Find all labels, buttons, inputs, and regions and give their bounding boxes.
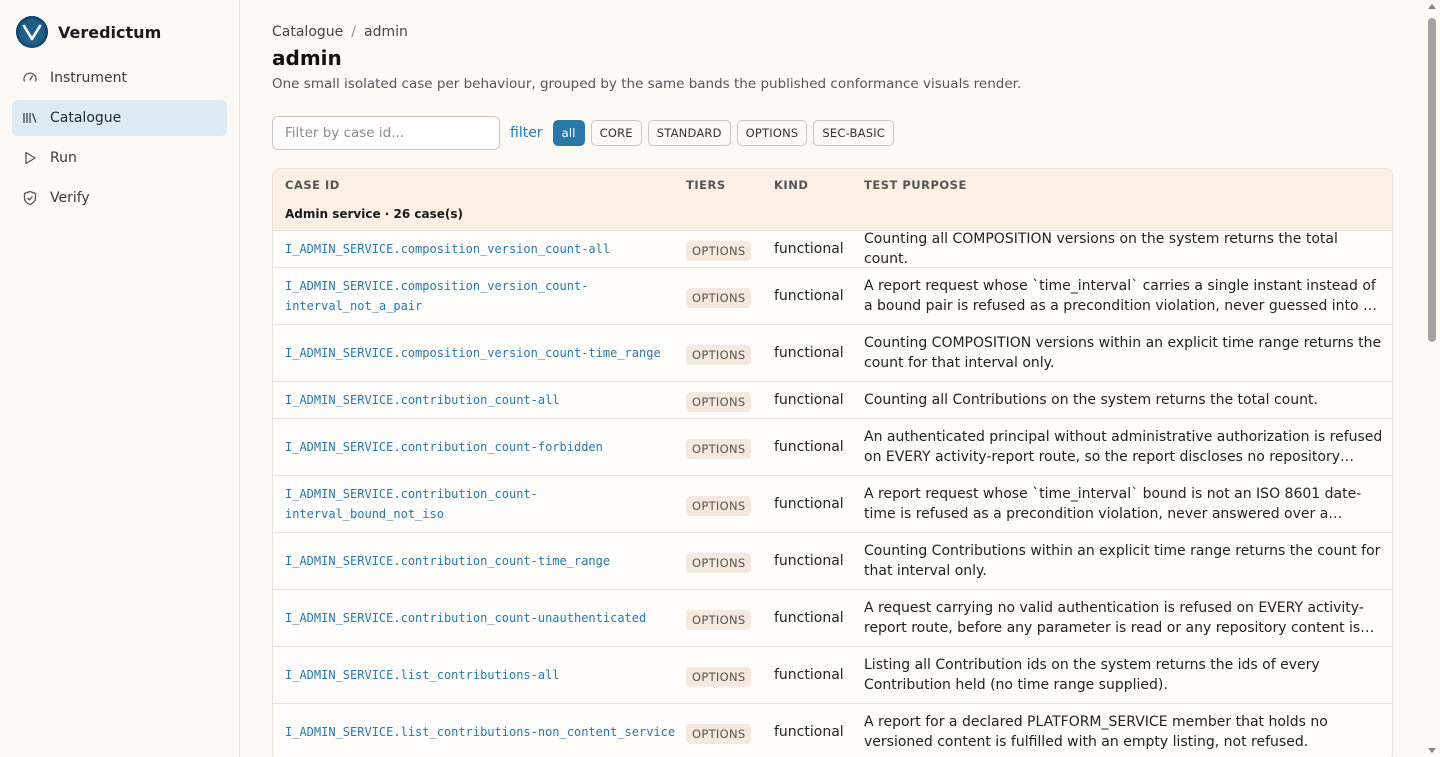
case-id-link[interactable]: I_ADMIN_SERVICE.composition_version_coun…: [285, 343, 680, 363]
table-row[interactable]: I_ADMIN_SERVICE.list_contributions-non_c…: [273, 703, 1392, 757]
nav-label-catalogue: Catalogue: [50, 110, 122, 126]
header-tiers[interactable]: TIERS: [686, 178, 726, 192]
tier-badge: OPTIONS: [686, 438, 752, 459]
table-row[interactable]: I_ADMIN_SERVICE.composition_version_coun…: [273, 324, 1392, 381]
purpose-cell: A report for a declared PLATFORM_SERVICE…: [864, 714, 1328, 750]
purpose-cell: A report request whose `time_interval` b…: [864, 486, 1362, 522]
header-case-id[interactable]: CASE ID: [285, 178, 340, 192]
page-scrollbar[interactable]: [1424, 0, 1440, 757]
breadcrumb-parent[interactable]: Catalogue: [272, 24, 343, 40]
case-id-link[interactable]: I_ADMIN_SERVICE.contribution_count-forbi…: [285, 437, 680, 457]
chip-sec-basic[interactable]: SEC-BASIC: [813, 120, 895, 146]
kind-cell: functional: [774, 439, 844, 455]
page-title: admin: [272, 46, 342, 70]
tier-badge: OPTIONS: [686, 723, 752, 744]
case-id-link[interactable]: I_ADMIN_SERVICE.contribution_count-time_…: [285, 551, 680, 571]
case-id-link[interactable]: I_ADMIN_SERVICE.list_contributions-non_c…: [285, 722, 680, 742]
nav-item-catalogue[interactable]: Catalogue: [12, 100, 227, 136]
table-row[interactable]: I_ADMIN_SERVICE.contribution_count-all O…: [273, 381, 1392, 418]
kind-cell: functional: [774, 496, 844, 512]
scrollbar-thumb[interactable]: [1428, 18, 1436, 342]
scroll-down-arrow-icon[interactable]: [1428, 748, 1436, 753]
case-id-link[interactable]: I_ADMIN_SERVICE.contribution_count-all: [285, 390, 680, 410]
play-icon: [22, 150, 38, 166]
kind-cell: functional: [774, 610, 844, 626]
filter-bar: filter all CORE STANDARD OPTIONS SEC-BAS…: [272, 116, 1394, 150]
gauge-icon: [22, 70, 38, 86]
purpose-cell: Counting Contributions within an explici…: [864, 543, 1381, 579]
tier-badge: OPTIONS: [686, 287, 752, 308]
chip-all[interactable]: all: [552, 120, 585, 146]
kind-cell: functional: [774, 288, 844, 304]
library-icon: [22, 110, 38, 126]
purpose-cell: A report request whose `time_interval` c…: [864, 278, 1376, 314]
chip-standard[interactable]: STANDARD: [647, 120, 731, 146]
filter-label[interactable]: filter: [510, 125, 543, 141]
header-test-purpose[interactable]: TEST PURPOSE: [864, 178, 967, 192]
brand-name: Veredictum: [58, 22, 162, 42]
table-row[interactable]: I_ADMIN_SERVICE.list_contributions-all O…: [273, 646, 1392, 703]
case-table: CASE ID TIERS KIND TEST PURPOSE Admin se…: [272, 168, 1393, 757]
purpose-cell: Listing all Contribution ids on the syst…: [864, 657, 1320, 693]
breadcrumb-separator: /: [351, 24, 356, 40]
nav-item-instrument[interactable]: Instrument: [12, 60, 227, 96]
kind-cell: functional: [774, 724, 844, 740]
table-row[interactable]: I_ADMIN_SERVICE.composition_version_coun…: [273, 267, 1392, 324]
page-subtitle: One small isolated case per behaviour, g…: [272, 76, 1022, 92]
sidebar: Veredictum Instrument Catalogue Run Veri…: [0, 0, 240, 757]
tier-badge: OPTIONS: [686, 666, 752, 687]
tier-badge: OPTIONS: [686, 240, 752, 261]
case-id-link[interactable]: I_ADMIN_SERVICE.composition_version_coun…: [285, 239, 680, 259]
purpose-cell: An authenticated principal without admin…: [864, 429, 1383, 465]
tier-badge: OPTIONS: [686, 495, 752, 516]
tier-badge: OPTIONS: [686, 391, 752, 412]
case-id-link[interactable]: I_ADMIN_SERVICE.contribution_count-inter…: [285, 484, 680, 524]
nav-label-instrument: Instrument: [50, 70, 128, 86]
nav-label-verify: Verify: [50, 190, 90, 206]
kind-cell: functional: [774, 553, 844, 569]
table-row[interactable]: I_ADMIN_SERVICE.contribution_count-time_…: [273, 532, 1392, 589]
chip-core[interactable]: CORE: [590, 120, 642, 146]
nav-label-run: Run: [50, 150, 77, 166]
main-content: Catalogue / admin admin One small isolat…: [272, 24, 1394, 757]
table-row[interactable]: I_ADMIN_SERVICE.contribution_count-inter…: [273, 475, 1392, 532]
brand[interactable]: Veredictum: [12, 14, 227, 60]
group-label: Admin service · 26 case(s): [285, 207, 463, 221]
kind-cell: functional: [774, 667, 844, 683]
tier-badge: OPTIONS: [686, 552, 752, 573]
filter-input[interactable]: [272, 116, 500, 150]
table-header: CASE ID TIERS KIND TEST PURPOSE Admin se…: [273, 169, 1392, 230]
breadcrumb: Catalogue / admin: [272, 24, 1394, 40]
nav-item-verify[interactable]: Verify: [12, 180, 227, 216]
table-row[interactable]: I_ADMIN_SERVICE.composition_version_coun…: [273, 230, 1392, 267]
chip-options[interactable]: OPTIONS: [736, 120, 808, 146]
kind-cell: functional: [774, 241, 844, 257]
purpose-cell: A request carrying no valid authenticati…: [864, 600, 1364, 636]
case-id-link[interactable]: I_ADMIN_SERVICE.contribution_count-unaut…: [285, 608, 680, 628]
breadcrumb-current: admin: [363, 24, 408, 40]
header-kind[interactable]: KIND: [774, 178, 808, 192]
kind-cell: functional: [774, 392, 844, 408]
table-row[interactable]: I_ADMIN_SERVICE.contribution_count-unaut…: [273, 589, 1392, 646]
case-id-link[interactable]: I_ADMIN_SERVICE.composition_version_coun…: [285, 276, 680, 316]
shield-check-icon: [22, 190, 38, 206]
table-row[interactable]: I_ADMIN_SERVICE.contribution_count-forbi…: [273, 418, 1392, 475]
tier-badge: OPTIONS: [686, 609, 752, 630]
purpose-cell: Counting COMPOSITION versions within an …: [864, 335, 1382, 371]
nav-item-run[interactable]: Run: [12, 140, 227, 176]
tier-badge: OPTIONS: [686, 344, 752, 365]
purpose-cell: Counting all COMPOSITION versions on the…: [864, 231, 1338, 267]
veredictum-logo-icon: [16, 16, 48, 48]
kind-cell: functional: [774, 345, 844, 361]
scroll-up-arrow-icon[interactable]: [1428, 4, 1436, 9]
case-id-link[interactable]: I_ADMIN_SERVICE.list_contributions-all: [285, 665, 680, 685]
purpose-cell: Counting all Contributions on the system…: [864, 392, 1318, 408]
